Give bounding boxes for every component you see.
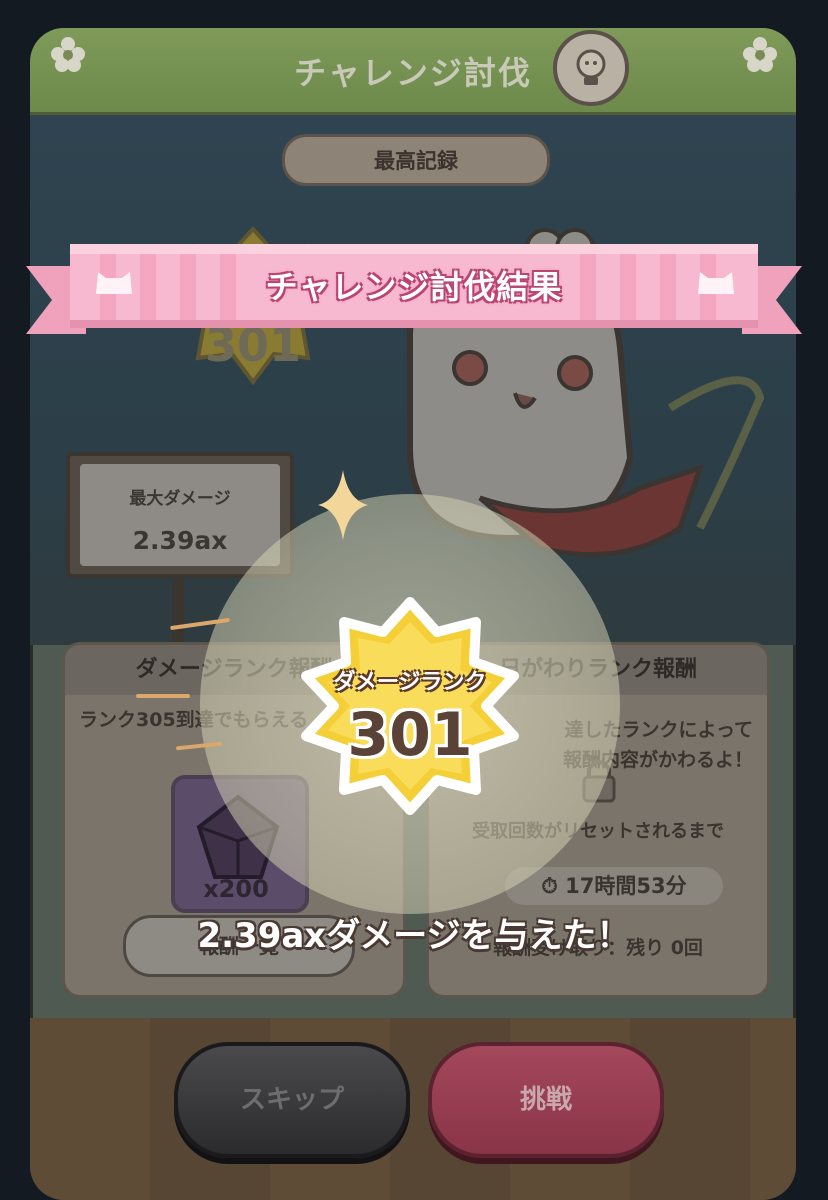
skip-button[interactable]: スキップ: [174, 1042, 410, 1158]
wooden-floor: [30, 1018, 796, 1200]
sparkle-streak: [136, 694, 190, 698]
timer-value: 17時間53分: [565, 874, 687, 898]
reward-count: x200: [203, 875, 269, 903]
lightbulb-icon: [576, 49, 606, 85]
reset-timer: ⏱ 17時間53分: [505, 867, 723, 905]
panel-title: チャレンジ討伐: [294, 54, 532, 92]
clock-icon: ⏱: [541, 874, 566, 898]
sparkle-icon: [318, 470, 368, 540]
rank-label: ダメージランク: [333, 670, 487, 695]
max-damage-value: 2.39ax: [132, 526, 228, 555]
rank-value: 301: [347, 700, 473, 770]
best-record-label: 最高記録: [374, 149, 458, 173]
challenge-button[interactable]: 挑戦: [428, 1042, 664, 1158]
max-damage-board: 最大ダメージ 2.39ax: [80, 464, 280, 566]
damage-message: 2.39axダメージを与えた！: [197, 916, 631, 956]
max-damage-label: 最大ダメージ: [129, 489, 231, 509]
result-banner-title: チャレンジ討伐結果: [265, 268, 563, 306]
hint-button[interactable]: [553, 30, 629, 106]
best-record-chip: 最高記録: [282, 134, 550, 186]
